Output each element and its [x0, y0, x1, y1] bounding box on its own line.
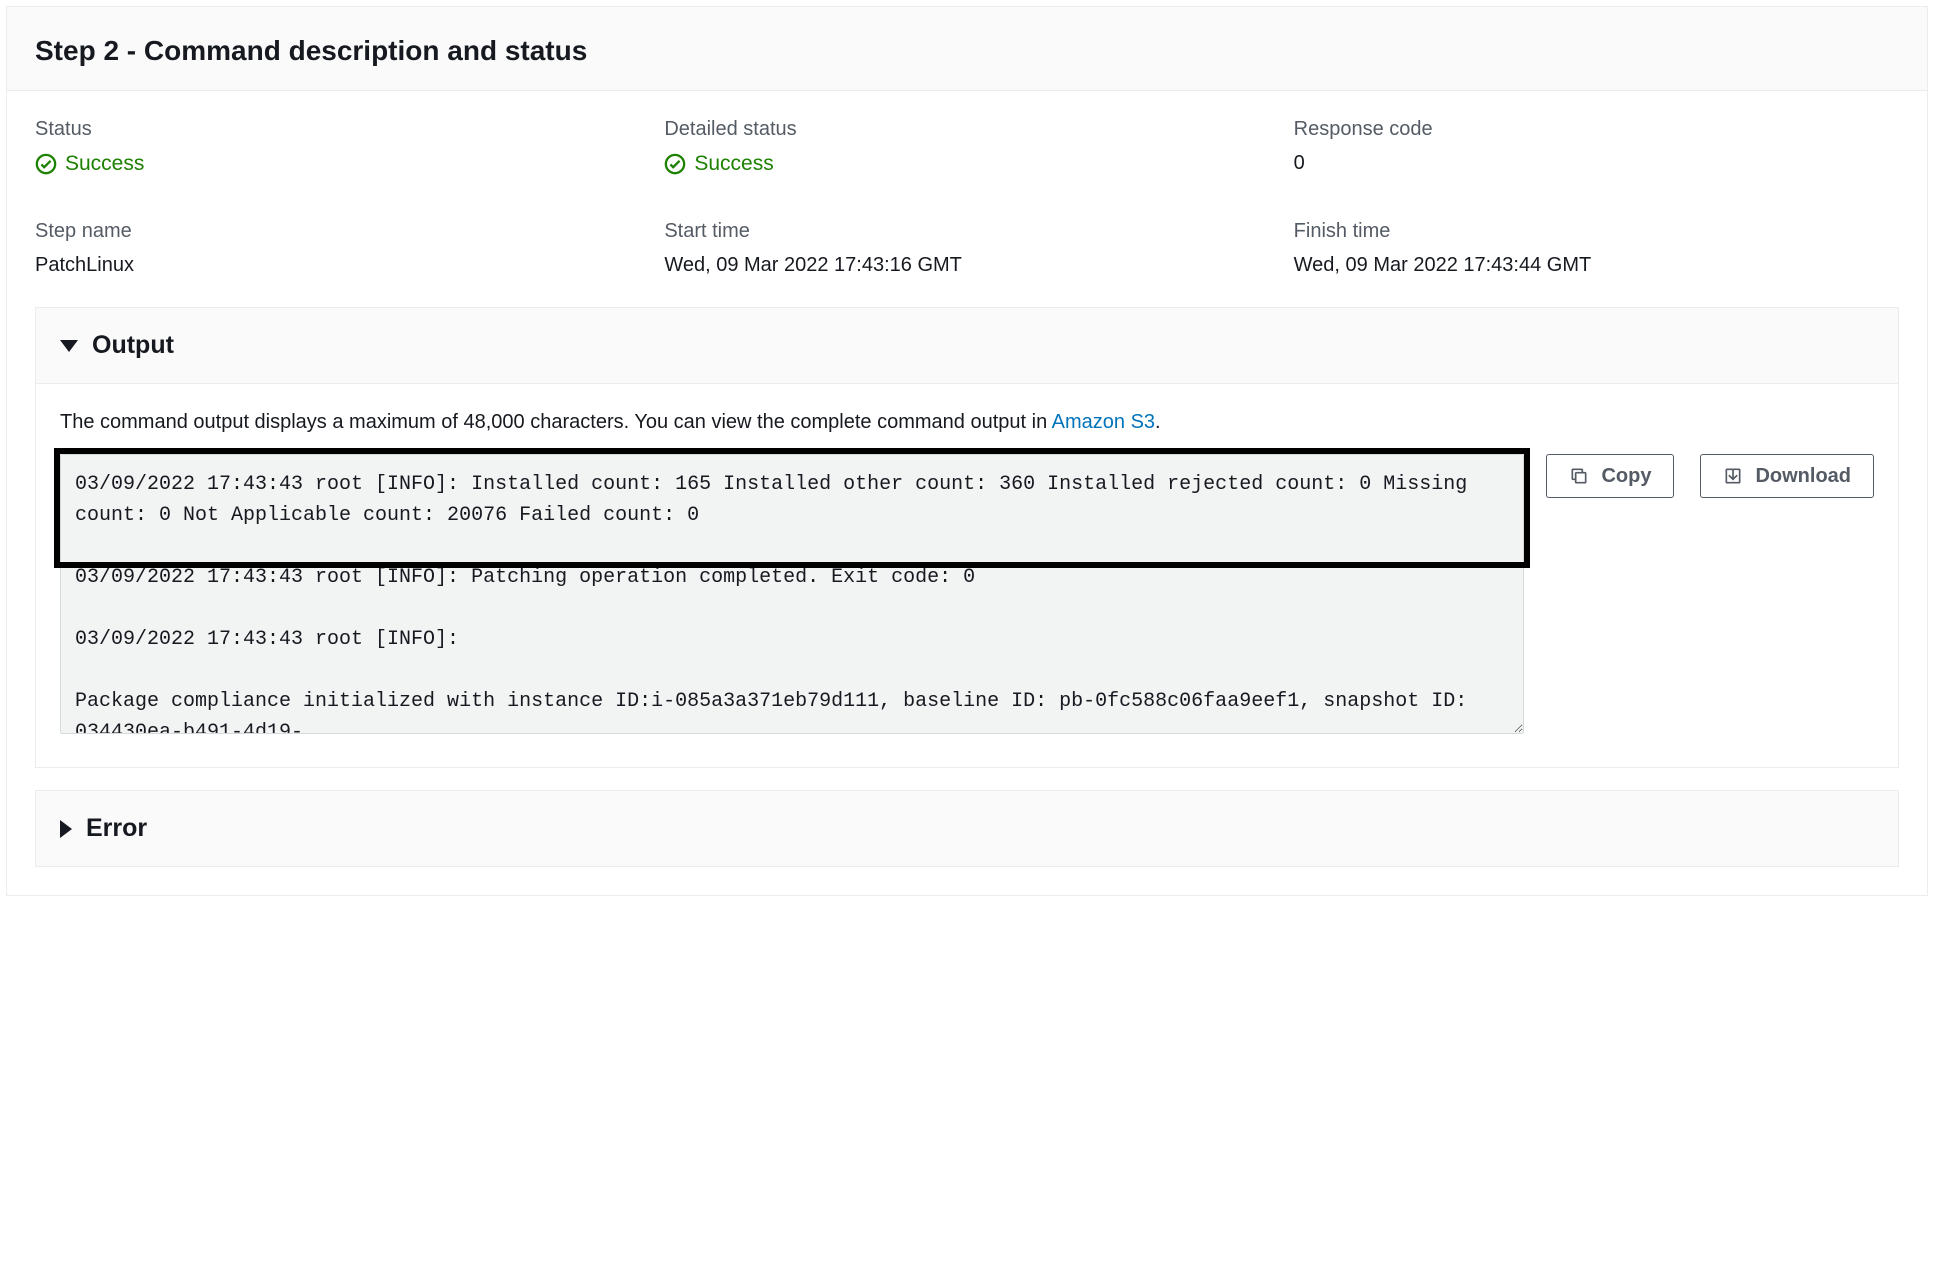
- output-description: The command output displays a maximum of…: [60, 408, 1874, 436]
- status-grid: Status Success Detailed status Suc: [35, 115, 1899, 279]
- finish-time-value: Wed, 09 Mar 2022 17:43:44 GMT: [1294, 251, 1899, 279]
- panel-header: Step 2 - Command description and status: [7, 7, 1927, 91]
- copy-icon: [1569, 466, 1589, 486]
- status-label: Status: [35, 115, 640, 143]
- field-detailed-status: Detailed status Success: [664, 115, 1269, 183]
- download-button[interactable]: Download: [1700, 454, 1874, 498]
- finish-time-label: Finish time: [1294, 217, 1899, 245]
- output-heading: Output: [92, 328, 174, 363]
- panel-body: Status Success Detailed status Suc: [7, 91, 1927, 895]
- response-code-value: 0: [1294, 149, 1899, 177]
- status-value: Success: [35, 149, 144, 178]
- output-body: The command output displays a maximum of…: [36, 384, 1898, 767]
- output-actions: Copy Download: [1546, 454, 1874, 498]
- step-name-label: Step name: [35, 217, 640, 245]
- detailed-status-value: Success: [664, 149, 773, 178]
- success-check-icon: [664, 153, 686, 175]
- caret-down-icon: [60, 340, 78, 352]
- error-toggle[interactable]: Error: [36, 791, 1898, 866]
- error-heading: Error: [86, 811, 147, 846]
- step-name-value: PatchLinux: [35, 251, 640, 279]
- amazon-s3-link[interactable]: Amazon S3: [1052, 411, 1155, 433]
- output-textarea[interactable]: [60, 454, 1524, 734]
- error-section: Error: [35, 790, 1899, 867]
- panel-title: Step 2 - Command description and status: [35, 31, 1899, 70]
- copy-button[interactable]: Copy: [1546, 454, 1674, 498]
- caret-right-icon: [60, 820, 72, 838]
- field-start-time: Start time Wed, 09 Mar 2022 17:43:16 GMT: [664, 217, 1269, 279]
- detailed-status-label: Detailed status: [664, 115, 1269, 143]
- output-section: Output The command output displays a max…: [35, 307, 1899, 768]
- output-toggle[interactable]: Output: [36, 308, 1898, 384]
- response-code-label: Response code: [1294, 115, 1899, 143]
- output-textarea-wrap: [60, 454, 1524, 743]
- field-step-name: Step name PatchLinux: [35, 217, 640, 279]
- success-check-icon: [35, 153, 57, 175]
- field-response-code: Response code 0: [1294, 115, 1899, 183]
- start-time-label: Start time: [664, 217, 1269, 245]
- output-row: Copy Download: [60, 454, 1874, 743]
- start-time-value: Wed, 09 Mar 2022 17:43:16 GMT: [664, 251, 1269, 279]
- field-finish-time: Finish time Wed, 09 Mar 2022 17:43:44 GM…: [1294, 217, 1899, 279]
- step-panel: Step 2 - Command description and status …: [6, 6, 1928, 896]
- field-status: Status Success: [35, 115, 640, 183]
- download-icon: [1723, 466, 1743, 486]
